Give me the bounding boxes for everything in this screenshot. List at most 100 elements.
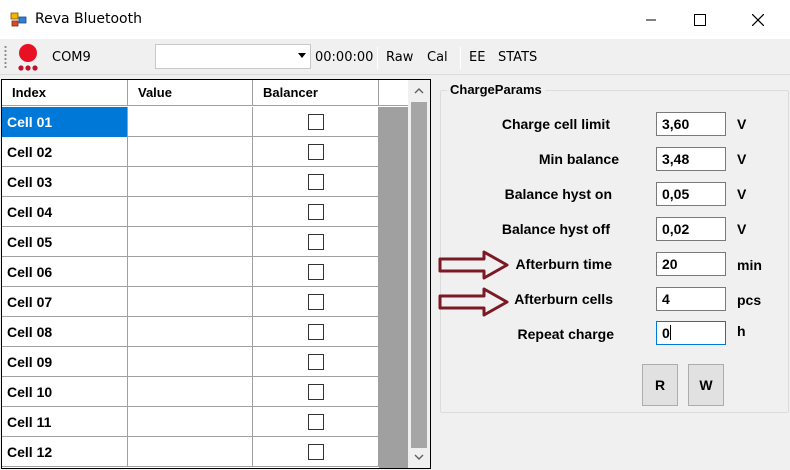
repeat-charge-input[interactable]: 0 xyxy=(656,321,726,345)
cal-button[interactable]: Cal xyxy=(427,50,448,65)
cell-index[interactable]: Cell 10 xyxy=(2,377,128,407)
cell-balancer[interactable] xyxy=(253,377,379,407)
maximize-button[interactable] xyxy=(677,0,723,39)
close-icon xyxy=(752,13,764,26)
table-row[interactable]: Cell 02 xyxy=(2,137,408,167)
cell-index[interactable]: Cell 12 xyxy=(2,437,128,467)
cell-value[interactable] xyxy=(128,287,253,317)
stats-button[interactable]: STATS xyxy=(498,50,537,65)
balancer-checkbox[interactable] xyxy=(308,144,324,160)
raw-button[interactable]: Raw xyxy=(386,50,413,65)
cell-index[interactable]: Cell 01 xyxy=(2,107,128,137)
table-row[interactable]: Cell 12 xyxy=(2,437,408,467)
column-header-value[interactable]: Value xyxy=(128,80,253,106)
minimize-button[interactable] xyxy=(628,0,674,39)
cell-balancer[interactable] xyxy=(253,347,379,377)
cell-value[interactable] xyxy=(128,137,253,167)
cell-balancer[interactable] xyxy=(253,317,379,347)
timer-label: 00:00:00 xyxy=(315,50,374,65)
cell-value[interactable] xyxy=(128,377,253,407)
close-button[interactable] xyxy=(735,0,781,39)
cell-value[interactable] xyxy=(128,437,253,467)
balancer-checkbox[interactable] xyxy=(308,294,324,310)
cell-value[interactable] xyxy=(128,257,253,287)
cell-value[interactable] xyxy=(128,227,253,257)
balance-hyst-off-input[interactable]: 0,02 xyxy=(656,217,726,241)
table-row[interactable]: Cell 07 xyxy=(2,287,408,317)
cell-value[interactable] xyxy=(128,107,253,137)
balancer-checkbox[interactable] xyxy=(308,354,324,370)
cell-index[interactable]: Cell 05 xyxy=(2,227,128,257)
connection-status-icon[interactable] xyxy=(12,43,44,73)
cell-index[interactable]: Cell 08 xyxy=(2,317,128,347)
cell-value[interactable] xyxy=(128,347,253,377)
balancer-checkbox[interactable] xyxy=(308,114,324,130)
cell-balancer[interactable] xyxy=(253,437,379,467)
read-button[interactable]: R xyxy=(642,364,678,406)
scroll-up-button[interactable] xyxy=(408,82,430,100)
cell-value[interactable] xyxy=(128,167,253,197)
cell-balancer[interactable] xyxy=(253,227,379,257)
cell-balancer[interactable] xyxy=(253,197,379,227)
table-row[interactable]: Cell 03 xyxy=(2,167,408,197)
ee-button[interactable]: EE xyxy=(469,50,485,65)
cell-index[interactable]: Cell 11 xyxy=(2,407,128,437)
grid-header: Index Value Balancer xyxy=(2,80,408,106)
cell-index[interactable]: Cell 06 xyxy=(2,257,128,287)
table-row[interactable]: Cell 08 xyxy=(2,317,408,347)
balancer-checkbox[interactable] xyxy=(308,444,324,460)
cell-balancer[interactable] xyxy=(253,257,379,287)
param-unit: pcs xyxy=(737,292,762,308)
balancer-checkbox[interactable] xyxy=(308,204,324,220)
charge-cell-limit-input[interactable]: 3,60 xyxy=(656,112,726,136)
afterburn-time-input[interactable]: 20 xyxy=(656,252,726,276)
balancer-checkbox[interactable] xyxy=(308,264,324,280)
toolbar-grip[interactable] xyxy=(4,45,7,69)
cell-index[interactable]: Cell 03 xyxy=(2,167,128,197)
arrow-annotation-icon xyxy=(438,287,509,317)
cell-balancer[interactable] xyxy=(253,407,379,437)
param-label-repeat-charge: Repeat charge xyxy=(517,326,614,342)
app-icon xyxy=(10,12,27,27)
min-balance-input[interactable]: 3,48 xyxy=(656,147,726,171)
cell-balancer[interactable] xyxy=(253,107,379,137)
table-row[interactable]: Cell 11 xyxy=(2,407,408,437)
cell-index[interactable]: Cell 02 xyxy=(2,137,128,167)
cell-index[interactable]: Cell 07 xyxy=(2,287,128,317)
table-row[interactable]: Cell 05 xyxy=(2,227,408,257)
param-unit: min xyxy=(737,257,762,273)
table-row[interactable]: Cell 10 xyxy=(2,377,408,407)
cell-index[interactable]: Cell 09 xyxy=(2,347,128,377)
balancer-checkbox[interactable] xyxy=(308,234,324,250)
cell-value[interactable] xyxy=(128,317,253,347)
column-header-index[interactable]: Index xyxy=(2,80,128,106)
param-unit: V xyxy=(737,186,747,202)
port-select[interactable] xyxy=(155,44,311,69)
param-unit: h xyxy=(737,323,746,339)
table-row[interactable]: Cell 06 xyxy=(2,257,408,287)
balancer-checkbox[interactable] xyxy=(308,414,324,430)
balance-hyst-on-input[interactable]: 0,05 xyxy=(656,182,726,206)
cell-value[interactable] xyxy=(128,407,253,437)
cell-index[interactable]: Cell 04 xyxy=(2,197,128,227)
write-button[interactable]: W xyxy=(688,364,724,406)
arrow-annotation-icon xyxy=(438,250,509,280)
cell-balancer[interactable] xyxy=(253,137,379,167)
title-bar: Reva Bluetooth xyxy=(0,0,790,39)
maximize-icon xyxy=(694,13,706,26)
afterburn-cells-input[interactable]: 4 xyxy=(656,287,726,311)
table-row[interactable]: Cell 01 xyxy=(2,107,408,137)
balancer-checkbox[interactable] xyxy=(308,384,324,400)
vertical-scrollbar[interactable] xyxy=(408,80,430,468)
cell-grid[interactable]: Index Value Balancer Cell 01 Cell 02 Cell … xyxy=(1,79,431,469)
scroll-down-button[interactable] xyxy=(408,448,430,466)
table-row[interactable]: Cell 09 xyxy=(2,347,408,377)
com-port-label[interactable]: COM9 xyxy=(52,50,91,65)
cell-balancer[interactable] xyxy=(253,287,379,317)
balancer-checkbox[interactable] xyxy=(308,174,324,190)
cell-balancer[interactable] xyxy=(253,167,379,197)
balancer-checkbox[interactable] xyxy=(308,324,324,340)
table-row[interactable]: Cell 04 xyxy=(2,197,408,227)
column-header-balancer[interactable]: Balancer xyxy=(253,80,379,106)
cell-value[interactable] xyxy=(128,197,253,227)
